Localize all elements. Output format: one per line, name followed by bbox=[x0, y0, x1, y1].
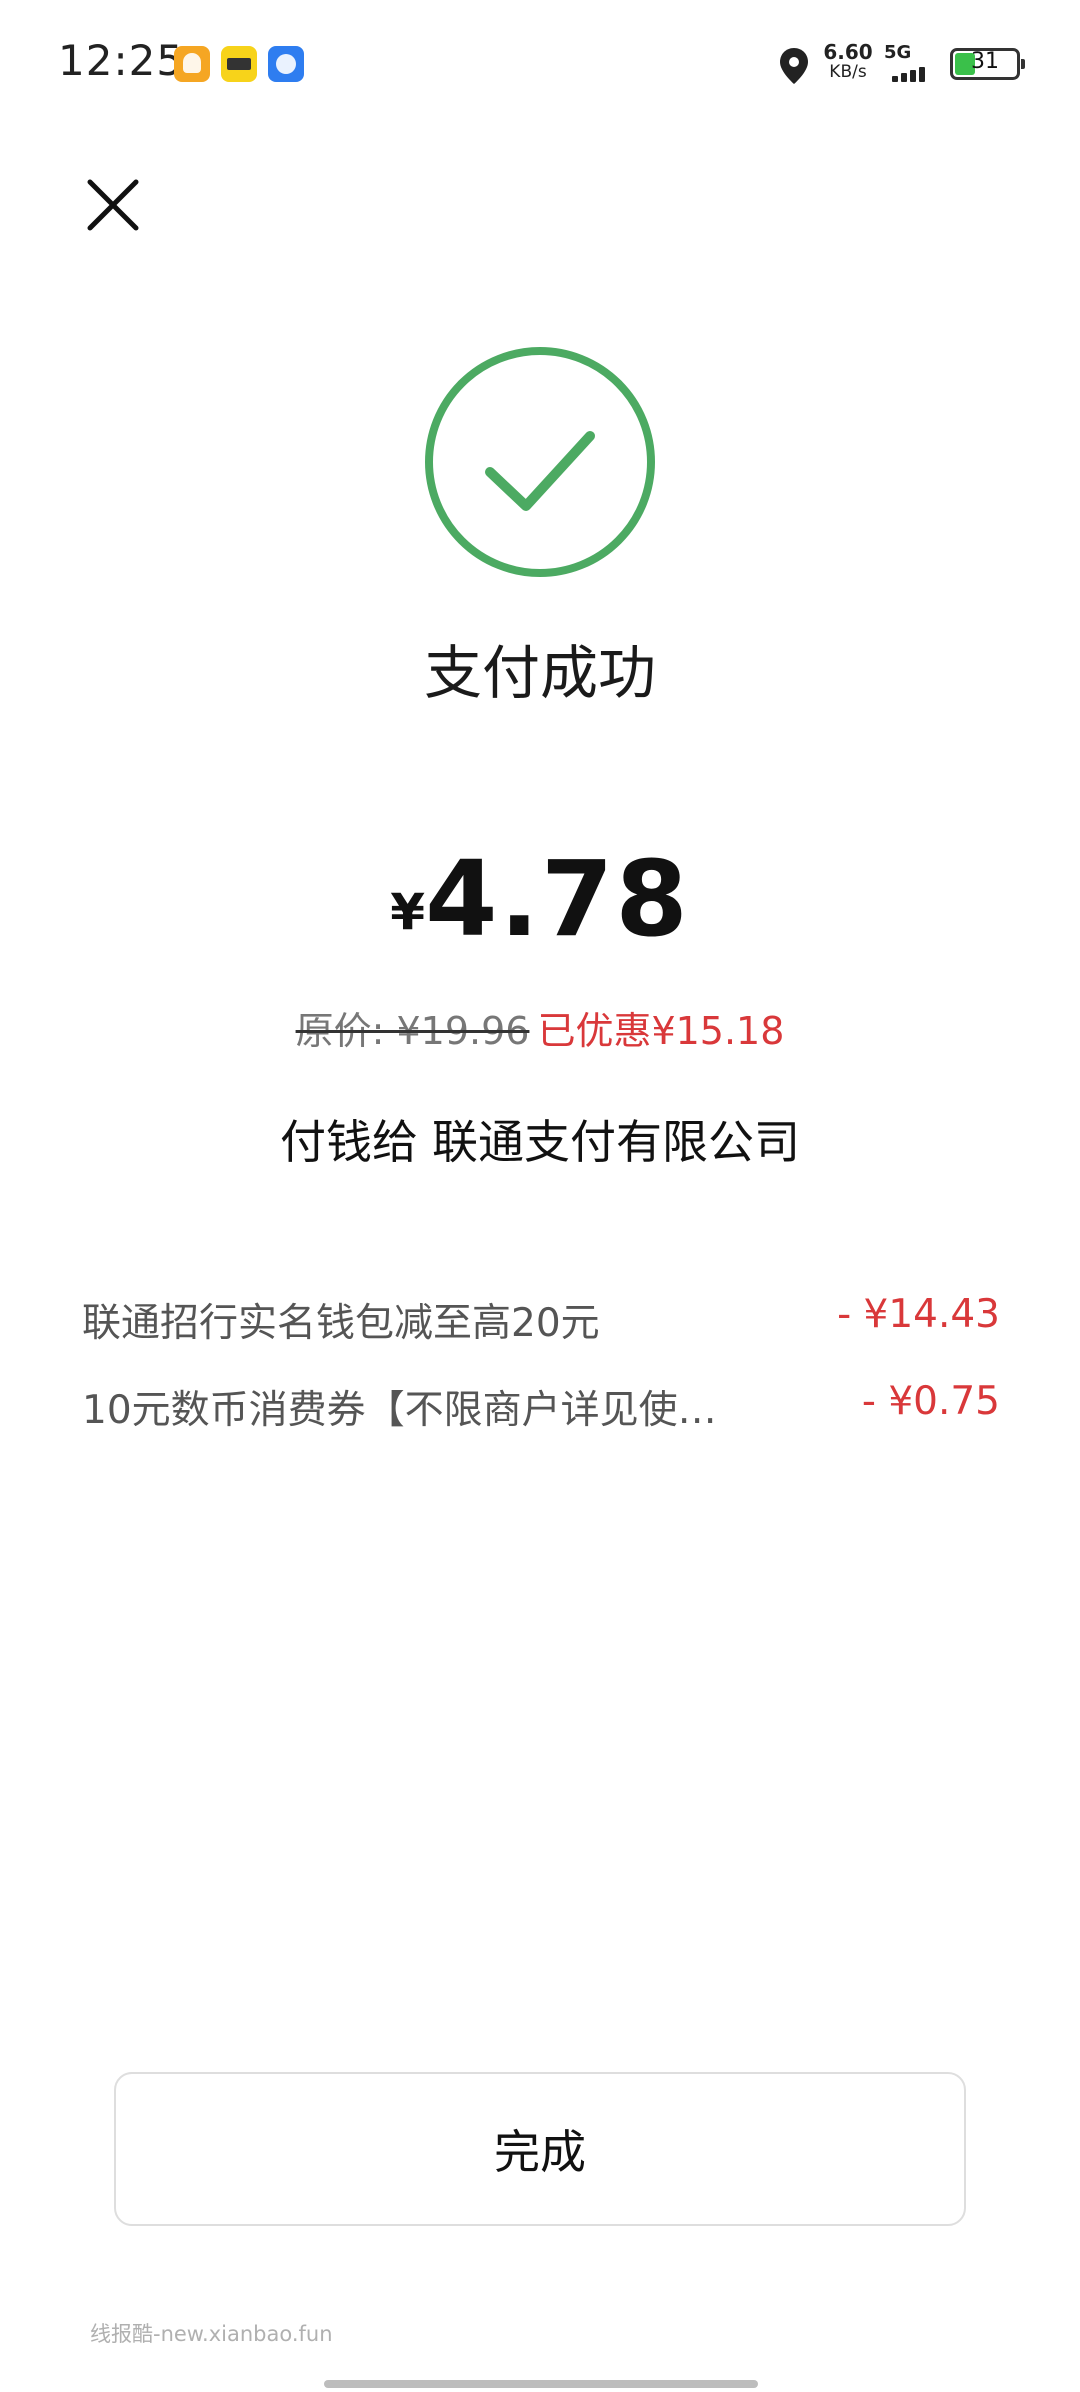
battery-icon: 31 bbox=[950, 48, 1025, 80]
watermark: 线报酷-new.xianbao.fun bbox=[90, 2322, 333, 2346]
check-circle-icon bbox=[425, 347, 655, 577]
payment-success-title: 支付成功 bbox=[423, 639, 656, 707]
status-bar: 12:25 6.60 KB/s 5G 31 bbox=[0, 0, 1080, 130]
discount-label: 联通招行实名钱包减至高20元 bbox=[82, 1301, 600, 1346]
done-button[interactable]: 完成 bbox=[114, 2072, 966, 2226]
currency-symbol: ¥ bbox=[390, 883, 426, 941]
network-speed-unit: KB/s bbox=[829, 62, 867, 82]
battery-level: 31 bbox=[971, 49, 999, 74]
discount-label: 10元数币消费券【不限商户详见使… bbox=[82, 1388, 717, 1433]
original-price: 原价: ¥19.96 bbox=[295, 1009, 530, 1053]
location-icon bbox=[780, 48, 808, 84]
close-icon[interactable] bbox=[84, 176, 142, 234]
payee-prefix: 付钱给 bbox=[280, 1115, 418, 1169]
payee-name: 联通支付有限公司 bbox=[432, 1115, 800, 1169]
network-type: 5G bbox=[884, 42, 912, 63]
network-speed-value: 6.60 bbox=[823, 40, 873, 64]
discount-row: 10元数币消费券【不限商户详见使… - ¥0.75 bbox=[82, 1379, 1000, 1439]
signal-icon: 5G bbox=[884, 42, 934, 86]
paid-amount: ¥4.78 bbox=[0, 838, 1080, 960]
flight-app-icon bbox=[268, 46, 304, 82]
meituan-app-icon bbox=[221, 46, 257, 82]
payee: 付钱给 联通支付有限公司 bbox=[0, 1106, 1080, 1172]
discount-value: - ¥0.75 bbox=[861, 1379, 1000, 1424]
network-speed: 6.60 KB/s bbox=[822, 42, 874, 82]
price-summary: 原价: ¥19.96 已优惠¥15.18 bbox=[0, 1000, 1080, 1055]
discount-total: 已优惠¥15.18 bbox=[537, 1009, 785, 1053]
status-time: 12:25 bbox=[58, 36, 185, 85]
amount-value: 4.78 bbox=[425, 838, 690, 960]
discount-value: - ¥14.43 bbox=[837, 1292, 1000, 1337]
profile-app-icon bbox=[174, 46, 210, 82]
discount-row: 联通招行实名钱包减至高20元 - ¥14.43 bbox=[82, 1292, 1000, 1352]
home-indicator[interactable] bbox=[324, 2380, 758, 2388]
